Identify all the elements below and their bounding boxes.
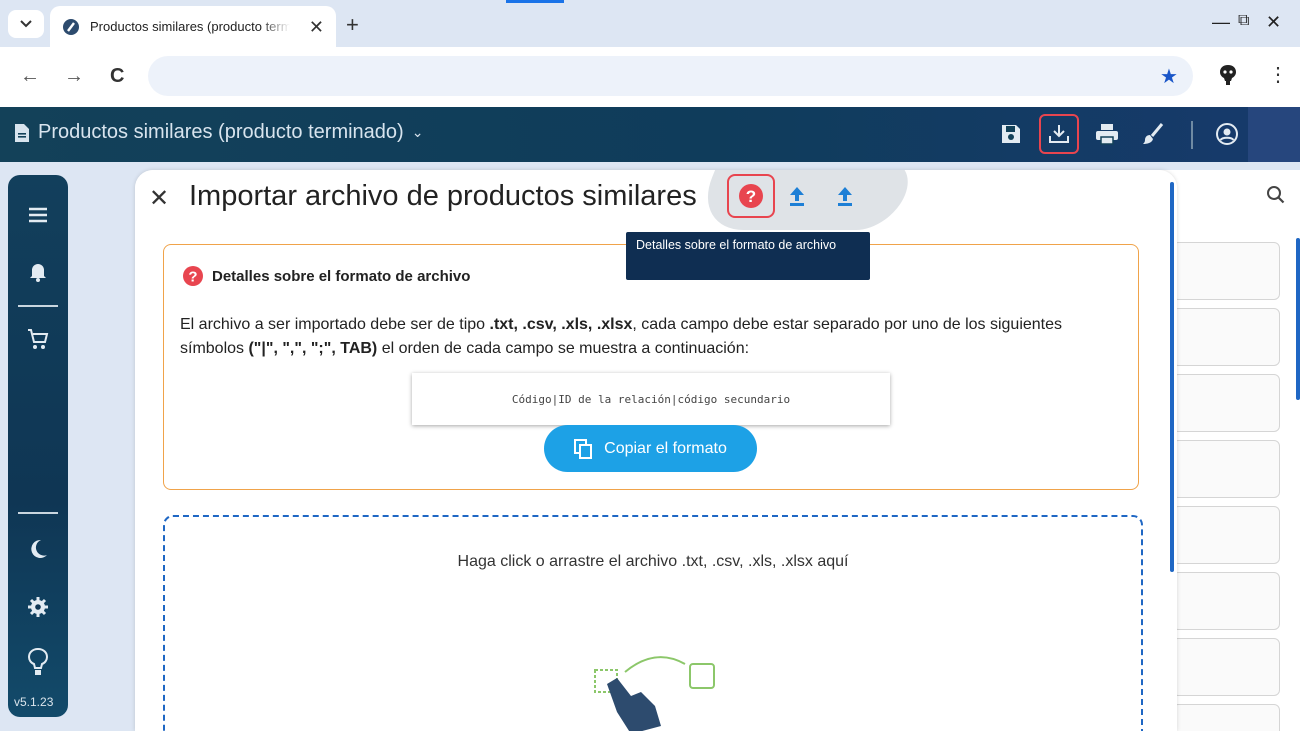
document-icon bbox=[15, 123, 29, 142]
desc-prefix: El archivo a ser importado debe ser de t… bbox=[180, 316, 490, 333]
copy-format-button[interactable]: Copiar el formato bbox=[544, 425, 757, 472]
app-favicon-icon bbox=[63, 18, 79, 35]
bell-icon[interactable] bbox=[26, 259, 50, 283]
extension-icon[interactable] bbox=[1217, 63, 1239, 87]
new-tab-button[interactable]: + bbox=[346, 12, 359, 38]
browser-tab[interactable]: Productos similares (producto terminado)… bbox=[50, 6, 336, 47]
list-item[interactable] bbox=[1172, 308, 1280, 366]
address-bar[interactable] bbox=[148, 56, 1193, 96]
help-icon: ? bbox=[739, 184, 763, 208]
user-account-button[interactable] bbox=[1214, 121, 1240, 147]
version-label: v5.1.23 bbox=[14, 695, 54, 709]
search-icon[interactable] bbox=[1266, 185, 1286, 205]
upload-icon[interactable] bbox=[786, 184, 808, 208]
desc-types: .txt, .csv, .xls, .xlsx bbox=[489, 316, 633, 333]
sidebar: v5.1.23 bbox=[8, 175, 68, 717]
brush-icon bbox=[1143, 123, 1164, 144]
list-item[interactable] bbox=[1172, 242, 1280, 300]
scrollbar[interactable] bbox=[1296, 238, 1300, 400]
print-button[interactable] bbox=[1094, 121, 1120, 147]
app-header: Productos similares (producto terminado)… bbox=[0, 107, 1300, 162]
reload-button[interactable]: C bbox=[110, 65, 124, 88]
desc-suffix: el orden de cada campo se muestra a cont… bbox=[377, 340, 750, 357]
clean-button[interactable] bbox=[1140, 121, 1166, 147]
modal-header: ✕ Importar archivo de productos similare… bbox=[135, 170, 1177, 230]
dropzone-text: Haga click o arrastre el archivo .txt, .… bbox=[457, 553, 849, 570]
list-item[interactable] bbox=[1172, 572, 1280, 630]
cart-icon[interactable] bbox=[26, 327, 50, 351]
download-icon bbox=[1049, 125, 1069, 143]
bookmark-star-icon[interactable]: ★ bbox=[1160, 64, 1178, 89]
browser-menu-button[interactable]: ⋮ bbox=[1268, 62, 1288, 87]
sidebar-divider bbox=[18, 305, 58, 307]
format-description: El archivo a ser importado debe ser de t… bbox=[180, 313, 1110, 361]
app-title-text: Productos similares (producto terminado) bbox=[38, 121, 404, 143]
gear-icon[interactable] bbox=[26, 595, 50, 619]
drag-drop-illustration-icon bbox=[594, 656, 715, 731]
desc-symbols: ("|", ",", ";", TAB) bbox=[248, 340, 378, 357]
help-icon: ? bbox=[183, 266, 203, 286]
format-sample: Código|ID de la relación|código secundar… bbox=[412, 373, 890, 425]
header-right-panel bbox=[1248, 107, 1300, 162]
format-help-button[interactable]: ? bbox=[727, 174, 775, 218]
chevron-down-icon bbox=[20, 20, 32, 28]
list-item[interactable] bbox=[1172, 506, 1280, 564]
browser-toolbar: ← → C ★ ⋮ bbox=[0, 47, 1300, 107]
browser-tab-bar: Productos similares (producto terminado)… bbox=[0, 0, 1300, 47]
moon-icon[interactable] bbox=[26, 537, 50, 561]
forward-button[interactable]: → bbox=[64, 65, 84, 88]
modal-scrollbar[interactable] bbox=[1170, 182, 1174, 572]
chevron-down-icon: ⌄ bbox=[411, 124, 424, 140]
list-item[interactable] bbox=[1172, 440, 1280, 498]
help-tooltip: Detalles sobre el formato de archivo bbox=[626, 232, 870, 280]
copy-format-label: Copiar el formato bbox=[604, 439, 727, 457]
modal-title: Importar archivo de productos similares bbox=[189, 180, 697, 212]
format-details-box: ? Detalles sobre el formato de archivo E… bbox=[163, 244, 1139, 490]
list-item[interactable] bbox=[1172, 374, 1280, 432]
minimize-button[interactable]: — bbox=[1212, 12, 1230, 33]
menu-icon[interactable] bbox=[26, 203, 50, 227]
close-window-button[interactable]: ✕ bbox=[1266, 12, 1281, 33]
upload-icon[interactable] bbox=[834, 184, 856, 208]
copy-icon bbox=[574, 438, 593, 459]
logo-icon bbox=[27, 647, 49, 675]
save-button[interactable] bbox=[998, 121, 1024, 147]
restore-button[interactable]: ⧉ bbox=[1238, 12, 1249, 30]
user-circle-icon bbox=[1216, 123, 1238, 145]
tab-close-button[interactable]: ✕ bbox=[309, 17, 324, 38]
tab-title: Productos similares (producto terminado) bbox=[90, 19, 290, 34]
sidebar-divider bbox=[18, 512, 58, 514]
print-icon bbox=[1096, 124, 1118, 145]
save-icon bbox=[1002, 125, 1020, 143]
back-button[interactable]: ← bbox=[20, 65, 40, 88]
tab-indicator bbox=[506, 0, 564, 3]
import-download-button[interactable] bbox=[1039, 114, 1079, 154]
close-modal-button[interactable]: ✕ bbox=[149, 184, 169, 213]
format-heading: ? Detalles sobre el formato de archivo bbox=[182, 265, 470, 287]
list-item[interactable] bbox=[1172, 704, 1280, 731]
list-item[interactable] bbox=[1172, 638, 1280, 696]
app-title-dropdown[interactable]: Productos similares (producto terminado)… bbox=[14, 121, 423, 144]
format-heading-text: Detalles sobre el formato de archivo bbox=[212, 267, 471, 285]
svg-text:?: ? bbox=[188, 269, 197, 286]
header-divider bbox=[1191, 121, 1193, 149]
svg-text:?: ? bbox=[746, 187, 756, 206]
file-dropzone[interactable]: Haga click o arrastre el archivo .txt, .… bbox=[163, 515, 1143, 731]
tab-search-button[interactable] bbox=[8, 10, 44, 38]
